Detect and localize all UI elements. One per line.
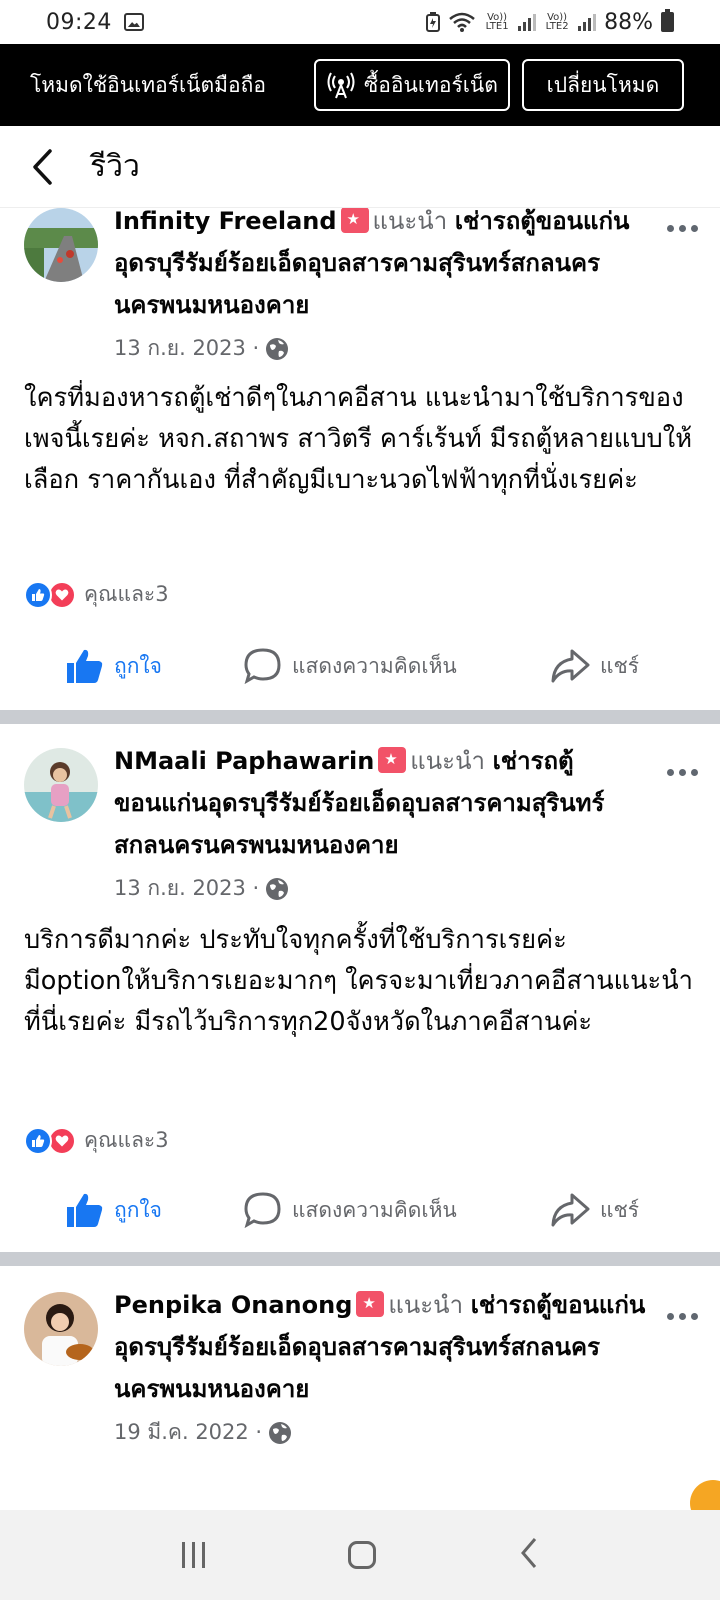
like-button[interactable]: ถูกใจ: [66, 648, 162, 684]
sim1-label: Vo)) LTE1: [485, 12, 509, 32]
switch-mode-button[interactable]: เปลี่ยนโหมด: [521, 59, 684, 111]
home-button[interactable]: [347, 1541, 376, 1569]
like-label: ถูกใจ: [114, 653, 162, 678]
comment-icon: [244, 648, 281, 684]
author-name[interactable]: Penpika Onanong: [114, 1291, 352, 1319]
back-nav-button[interactable]: [519, 1537, 539, 1573]
back-button[interactable]: [30, 147, 60, 187]
love-reaction-icon: [48, 580, 76, 609]
more-options-button[interactable]: [662, 762, 702, 782]
system-navigation-bar: [0, 1510, 720, 1600]
globe-icon: [266, 337, 289, 360]
share-arrow-icon: [551, 649, 590, 683]
avatar[interactable]: [24, 1292, 98, 1366]
recommends-label: แนะนำ: [388, 1291, 464, 1319]
reaction-summary[interactable]: คุณและ3: [24, 578, 169, 611]
post-divider: [0, 710, 720, 724]
review-text: ใครที่มองหารถตู้เช่าดีๆในภาคอีสาน แนะนำม…: [24, 383, 693, 495]
comment-button[interactable]: แสดงความคิดเห็น: [244, 648, 457, 684]
post-date[interactable]: 19 มี.ค. 2022 ·: [114, 1416, 292, 1449]
chevron-left-icon: [33, 148, 52, 185]
comment-icon: [244, 1192, 281, 1228]
post-header: Infinity Freelandแนะนำ เช่ารถตู้ขอนแก่นอ…: [114, 208, 654, 326]
buy-internet-button[interactable]: ซื้ออินเทอร์เน็ต: [313, 59, 510, 111]
buy-internet-label: ซื้ออินเทอร์เน็ต: [363, 72, 498, 97]
reaction-count: คุณและ3: [84, 582, 169, 606]
share-button[interactable]: แชร์: [550, 1192, 639, 1228]
reaction-summary[interactable]: คุณและ3: [24, 1124, 169, 1157]
post-date-text: 19 มี.ค. 2022 ·: [114, 1420, 263, 1444]
sim2-label: Vo)) LTE2: [545, 12, 569, 32]
thumbs-up-icon: [67, 1193, 103, 1227]
page-title: รีวิว: [90, 149, 140, 184]
post-date-text: 13 ก.ย. 2023 ·: [114, 876, 260, 900]
status-time: 09:24: [46, 9, 112, 35]
reaction-count: คุณและ3: [84, 1128, 169, 1152]
recommend-badge-icon: [378, 747, 407, 773]
love-reaction-icon: [48, 1126, 76, 1155]
mode-label: โหมดใช้อินเทอร์เน็ตมือถือ: [30, 72, 266, 97]
thumbs-up-icon: [67, 649, 103, 683]
gallery-notification-icon: [123, 13, 144, 31]
page-header: รีวิว: [0, 126, 720, 208]
like-reaction-icon: [24, 1126, 52, 1155]
share-button[interactable]: แชร์: [550, 648, 639, 684]
broadcast-antenna-icon: [327, 72, 355, 99]
recommends-label: แนะนำ: [410, 747, 485, 775]
post-actions: ถูกใจ แสดงความคิดเห็น แชร์: [0, 636, 720, 696]
wifi-icon: [449, 12, 475, 32]
author-name[interactable]: NMaali Paphawarin: [114, 747, 374, 775]
avatar[interactable]: [24, 208, 98, 282]
recent-apps-button[interactable]: [181, 1542, 205, 1568]
battery-icon: [661, 9, 674, 32]
share-label: แชร์: [600, 1197, 640, 1222]
globe-icon: [269, 1421, 292, 1444]
status-icons: Vo)) LTE1 Vo)) LTE2 88%: [426, 9, 674, 35]
review-text: บริการดีมากค่ะ ประทับใจทุกครั้งที่ใช้บริ…: [24, 925, 693, 1037]
comment-button[interactable]: แสดงความคิดเห็น: [244, 1192, 457, 1228]
like-label: ถูกใจ: [114, 1197, 162, 1222]
recommend-badge-icon: [340, 208, 369, 233]
post-header: Penpika Onanongแนะนำ เช่ารถตู้ขอนแก่นอุด…: [114, 1284, 654, 1410]
reviews-feed[interactable]: Infinity Freelandแนะนำ เช่ารถตู้ขอนแก่นอ…: [0, 208, 720, 1510]
back-chevron-icon: [520, 1538, 536, 1568]
share-arrow-icon: [551, 1193, 590, 1227]
more-options-button[interactable]: [662, 218, 702, 238]
sim2-signal-icon: [578, 13, 597, 31]
status-bar: 09:24 Vo)) LTE1 Vo)) LTE2 88%: [0, 0, 720, 44]
avatar[interactable]: [24, 748, 98, 822]
comment-label: แสดงความคิดเห็น: [292, 653, 457, 678]
post-date-text: 13 ก.ย. 2023 ·: [114, 336, 260, 360]
battery-saver-icon: [426, 12, 441, 32]
post-actions: ถูกใจ แสดงความคิดเห็น แชร์: [0, 1180, 720, 1240]
more-options-button[interactable]: [662, 1306, 702, 1326]
recommends-label: แนะนำ: [372, 208, 448, 235]
like-reaction-icon: [24, 580, 52, 609]
post-header: NMaali Paphawarinแนะนำ เช่ารถตู้ขอนแก่นอ…: [114, 740, 654, 866]
post-date[interactable]: 13 ก.ย. 2023 ·: [114, 332, 289, 365]
recommend-badge-icon: [356, 1291, 385, 1317]
post-date[interactable]: 13 ก.ย. 2023 ·: [114, 872, 289, 905]
battery-percent: 88%: [604, 9, 653, 35]
mobile-data-mode-bar: โหมดใช้อินเทอร์เน็ตมือถือ ซื้ออินเทอร์เน…: [0, 44, 720, 126]
share-label: แชร์: [600, 653, 640, 678]
comment-label: แสดงความคิดเห็น: [292, 1197, 457, 1222]
sim1-signal-icon: [518, 13, 537, 31]
post-divider: [0, 1252, 720, 1266]
like-button[interactable]: ถูกใจ: [66, 1192, 162, 1228]
globe-icon: [266, 877, 289, 900]
author-name[interactable]: Infinity Freeland: [114, 208, 337, 235]
